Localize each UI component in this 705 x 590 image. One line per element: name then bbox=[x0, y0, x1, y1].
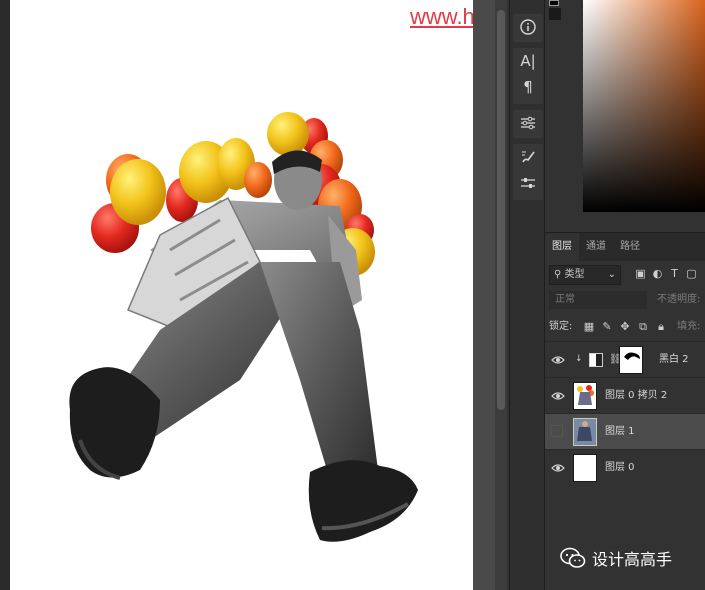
filter-type-label: 类型 bbox=[564, 269, 585, 280]
layer-name[interactable]: 图层 1 bbox=[605, 414, 635, 450]
color-picker-field[interactable] bbox=[583, 0, 705, 212]
layer-row[interactable]: 图层 0 bbox=[545, 449, 705, 485]
tool-group-type: A| ¶ bbox=[513, 48, 543, 104]
wechat-brand: 设计高高手 bbox=[560, 544, 700, 572]
pasteboard bbox=[473, 0, 495, 590]
adjustment-filter-icon[interactable]: ◐ bbox=[652, 267, 663, 281]
chevron-down-icon: ⌄ bbox=[607, 269, 616, 280]
character-icon[interactable]: A| bbox=[513, 48, 543, 74]
layer-filter-row: ⚲ 类型 ⌄ ▣ ◐ T ▢ bbox=[545, 265, 705, 287]
document-canvas[interactable]: www.hanyudansheji.com bbox=[10, 0, 473, 590]
artwork bbox=[69, 112, 418, 542]
layers-panel: 图层 通道 路径 ⚲ 类型 ⌄ ▣ ◐ T ▢ 正常 不透明度: 锁定: ▦ ✎… bbox=[545, 232, 705, 590]
layer-thumbnail[interactable] bbox=[573, 454, 597, 482]
lock-all-icon[interactable]: 🔒︎ bbox=[655, 320, 667, 334]
brand-name: 设计高高手 bbox=[592, 550, 673, 569]
eye-icon[interactable] bbox=[551, 353, 565, 367]
tab-channels[interactable]: 通道 bbox=[579, 233, 613, 261]
lock-label: 锁定: bbox=[549, 321, 573, 332]
foreground-swatch[interactable] bbox=[549, 0, 559, 6]
canvas-gutter bbox=[0, 0, 10, 590]
background-swatch[interactable] bbox=[549, 8, 561, 20]
shape-filter-icon[interactable]: ▢ bbox=[686, 267, 697, 281]
panel-icon-column: A| ¶ bbox=[509, 0, 545, 590]
search-icon: ⚲ bbox=[554, 269, 562, 280]
info-icon[interactable] bbox=[513, 14, 543, 40]
layer-filter-dropdown[interactable]: ⚲ 类型 ⌄ bbox=[549, 265, 621, 285]
tab-paths[interactable]: 路径 bbox=[613, 233, 647, 261]
adjustments-icon[interactable] bbox=[513, 170, 543, 196]
black-white-adjustment-icon[interactable] bbox=[589, 353, 603, 367]
photoshop-window: www.hanyudansheji.com A| ¶ bbox=[0, 0, 705, 590]
fill-label: 填充: bbox=[677, 321, 701, 332]
tool-group-info bbox=[513, 14, 543, 42]
lock-artboard-icon[interactable]: ⧉ bbox=[637, 320, 649, 334]
layer-row[interactable]: ↓ ⛓ 黑白 2 bbox=[545, 341, 705, 377]
tool-group-brush bbox=[513, 144, 543, 200]
layer-name[interactable]: 图层 0 拷贝 2 bbox=[605, 378, 667, 414]
eye-icon[interactable] bbox=[551, 461, 565, 475]
text-filter-icon[interactable]: T bbox=[669, 267, 680, 281]
wechat-icon bbox=[560, 547, 586, 568]
lock-row: 锁定: ▦ ✎ ✥ ⧉ 🔒︎ 填充: bbox=[545, 317, 705, 337]
layer-mask-thumbnail[interactable] bbox=[619, 346, 643, 374]
lock-position-icon[interactable]: ✥ bbox=[619, 320, 631, 334]
color-panel bbox=[545, 0, 705, 228]
image-filter-icon[interactable]: ▣ bbox=[635, 267, 646, 281]
layer-row[interactable]: 图层 0 拷贝 2 bbox=[545, 377, 705, 413]
lock-pixels-icon[interactable]: ✎ bbox=[601, 320, 613, 334]
lock-transparency-icon[interactable]: ▦ bbox=[583, 320, 595, 334]
layer-name[interactable]: 图层 0 bbox=[605, 450, 635, 486]
layer-name[interactable]: 黑白 2 bbox=[659, 342, 689, 378]
clip-arrow-icon: ↓ bbox=[575, 354, 583, 364]
layer-row-selected[interactable]: 图层 1 bbox=[545, 413, 705, 449]
eye-icon[interactable] bbox=[551, 389, 565, 403]
watermark-url: www.hanyudansheji.com bbox=[410, 4, 473, 29]
tab-layers[interactable]: 图层 bbox=[545, 233, 579, 261]
paragraph-icon[interactable]: ¶ bbox=[513, 74, 543, 100]
opacity-label: 不透明度: bbox=[657, 294, 701, 305]
properties-icon[interactable] bbox=[513, 110, 543, 136]
filter-icons: ▣ ◐ T ▢ bbox=[635, 267, 697, 281]
scrollbar-thumb[interactable] bbox=[497, 10, 505, 410]
panel-tabs: 图层 通道 路径 bbox=[545, 233, 705, 261]
lock-icons: ▦ ✎ ✥ ⧉ 🔒︎ bbox=[583, 320, 667, 334]
blend-row: 正常 不透明度: bbox=[545, 291, 705, 311]
visibility-toggle-off[interactable] bbox=[551, 425, 563, 437]
blend-mode-dropdown[interactable]: 正常 bbox=[549, 291, 647, 309]
tool-group-properties bbox=[513, 110, 543, 138]
brush-settings-icon[interactable] bbox=[513, 144, 543, 170]
layer-thumbnail[interactable] bbox=[573, 382, 597, 410]
layer-thumbnail[interactable] bbox=[573, 418, 597, 446]
